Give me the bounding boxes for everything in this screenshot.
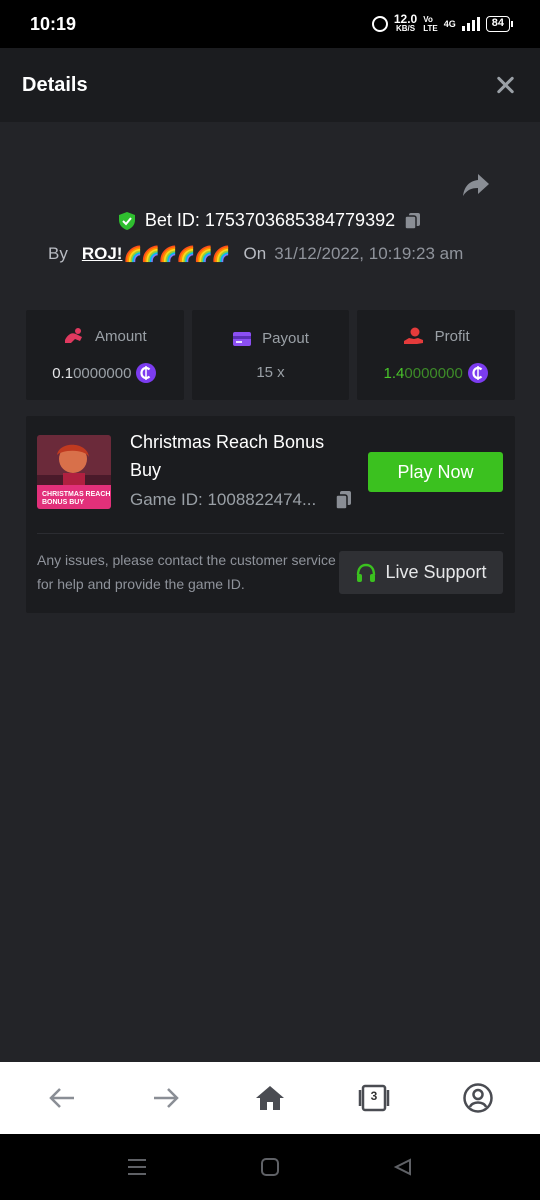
game-card: CHRISTMAS REACH BONUS BUY Christmas Reac…	[26, 416, 515, 613]
profit-value-rest: 0000000	[404, 364, 463, 382]
play-now-button[interactable]: Play Now	[368, 452, 503, 492]
amount-value-rest: 0000000	[73, 364, 132, 382]
status-time: 10:19	[30, 13, 77, 34]
coin-icon	[136, 363, 157, 383]
profit-icon	[403, 327, 423, 344]
profit-label: Profit	[434, 327, 470, 345]
bet-details-panel: Bet ID: 1753703685384779392 By ROJ! 🌈🌈🌈🌈…	[0, 122, 540, 1062]
payout-value: 15 x	[256, 363, 285, 381]
profit-card: Profit 1.40000000	[357, 310, 516, 400]
copy-icon[interactable]	[403, 211, 423, 231]
system-nav-bar	[0, 1134, 540, 1200]
by-label: By	[48, 244, 68, 263]
amount-icon	[64, 328, 82, 343]
volte-bottom: LTE	[423, 24, 438, 33]
square-icon	[260, 1158, 279, 1176]
network-speed: 12.0 KB/S	[393, 12, 418, 34]
home-button[interactable]	[243, 1071, 297, 1125]
profit-value-main: 1.4	[383, 364, 405, 382]
tabs-icon: 3	[357, 1084, 391, 1112]
share-icon[interactable]	[462, 172, 490, 198]
bet-date: 31/12/2022, 10:19:23 am	[274, 244, 464, 263]
payout-label: Payout	[262, 330, 309, 347]
bet-stats: Amount 0.10000000 Payout 15 x Profit 1.4…	[26, 310, 516, 400]
tab-count: 3	[370, 1089, 378, 1103]
amount-card: Amount 0.10000000	[26, 310, 184, 400]
signal-icon	[461, 17, 480, 31]
shield-icon	[118, 211, 135, 230]
bet-id: Bet ID: 1753703685384779392	[144, 210, 396, 230]
on-label: On	[243, 244, 267, 263]
headset-icon	[357, 563, 376, 582]
game-title: Christmas Reach Bonus Buy	[130, 432, 325, 480]
amount-header: Amount	[63, 326, 147, 346]
forward-button[interactable]	[139, 1071, 193, 1125]
close-icon[interactable]	[492, 72, 518, 98]
volte-indicator: Vo LTE	[423, 15, 438, 33]
back-button[interactable]	[35, 1071, 89, 1125]
live-support-label: Live Support	[385, 562, 487, 582]
divider	[37, 533, 504, 534]
page-title: Details	[22, 73, 88, 96]
speed-value: 12.0	[393, 12, 418, 26]
bet-id-row: Bet ID: 1753703685384779392	[0, 210, 540, 231]
system-home-button[interactable]	[250, 1147, 290, 1187]
game-thumbnail[interactable]: CHRISTMAS REACH BONUS BUY	[37, 435, 111, 509]
payout-card: Payout 15 x	[191, 310, 350, 400]
payout-icon	[233, 331, 252, 346]
thumb-caption-1: CHRISTMAS REACH	[42, 491, 110, 498]
browser-toolbar: 3	[0, 1062, 540, 1134]
back-arrow-icon	[49, 1088, 74, 1108]
battery-icon: 84	[485, 16, 514, 32]
speed-unit: KB/S	[395, 24, 416, 33]
triangle-back-icon	[394, 1158, 412, 1176]
user-name-emoji: 🌈🌈🌈🌈🌈🌈	[123, 246, 230, 263]
profit-header: Profit	[403, 326, 470, 346]
amount-label: Amount	[94, 327, 147, 345]
thumb-caption-2: BONUS BUY	[42, 499, 84, 506]
payout-header: Payout	[232, 330, 309, 348]
game-id: Game ID: 1008822474...	[130, 490, 317, 509]
details-header: Details	[0, 48, 540, 122]
menu-icon	[127, 1159, 146, 1175]
bet-meta-row: By ROJ! 🌈🌈🌈🌈🌈🌈 On 31/12/2022, 10:19:23 a…	[48, 244, 500, 264]
amount-value-main: 0.1	[52, 364, 74, 382]
amount-value: 0.10000000	[52, 362, 157, 384]
account-icon	[463, 1083, 493, 1113]
recents-button[interactable]	[117, 1147, 157, 1187]
copy-icon[interactable]	[334, 489, 354, 511]
account-button[interactable]	[451, 1071, 505, 1125]
alarm-icon	[371, 16, 388, 32]
coin-icon	[467, 363, 488, 383]
tabs-button[interactable]: 3	[347, 1071, 401, 1125]
volte-top: Vo	[423, 15, 433, 24]
system-back-button[interactable]	[383, 1147, 423, 1187]
status-icons: 12.0 KB/S Vo LTE 4G 84	[371, 12, 514, 34]
status-bar: 10:19 12.0 KB/S Vo LTE 4G 84	[0, 0, 540, 48]
network-type: 4G	[443, 19, 456, 29]
forward-arrow-icon	[154, 1088, 179, 1108]
profit-value: 1.40000000	[384, 362, 489, 384]
user-name[interactable]: ROJ!	[82, 244, 123, 264]
live-support-button[interactable]: Live Support	[339, 551, 503, 594]
support-message: Any issues, please contact the customer …	[37, 552, 336, 592]
home-icon	[256, 1086, 284, 1110]
